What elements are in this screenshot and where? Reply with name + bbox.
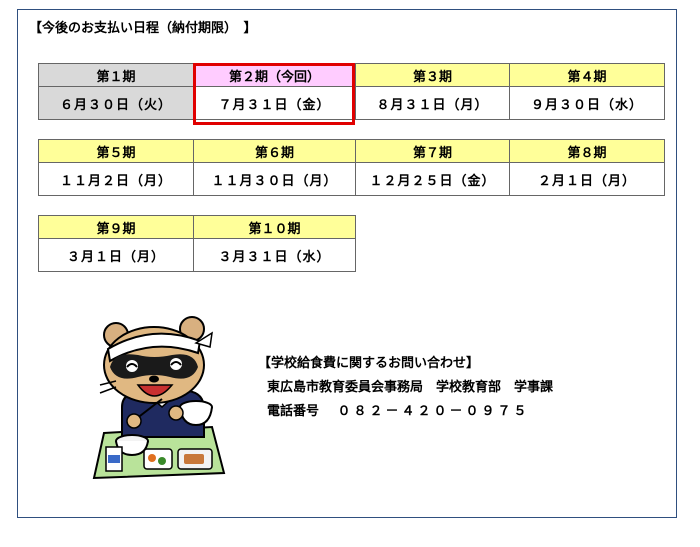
- phone-label: 電話番号: [267, 404, 320, 419]
- period-5-date: １１月２日（月）: [38, 162, 194, 196]
- phone-number: ０８２－４２０－０９７５: [337, 404, 530, 419]
- period-header-row: 第９期 第１０期: [38, 215, 356, 239]
- contact-info: 【学校給食費に関するお問い合わせ】 東広島市教育委員会事務局 学校教育部 学事課…: [258, 352, 553, 424]
- contact-phone-line: 電話番号 ０８２－４２０－０９７５: [258, 400, 553, 424]
- schedule-table-3: 第９期 第１０期 ３月１日（月） ３月３１日（水）: [38, 215, 356, 272]
- period-1-header: 第１期: [38, 63, 194, 87]
- period-1-date: ６月３０日（火）: [38, 86, 194, 120]
- period-5-header: 第５期: [38, 139, 194, 163]
- period-header-row: 第５期 第６期 第７期 第８期: [38, 139, 665, 163]
- period-7-date: １２月２５日（金）: [355, 162, 510, 196]
- due-date-row: １１月２日（月） １１月３０日（月） １２月２５日（金） ２月１日（月）: [38, 162, 665, 196]
- period-8-date: ２月１日（月）: [509, 162, 665, 196]
- schedule-title: 【今後のお支払い日程（納付期限） 】: [29, 21, 257, 36]
- due-date-row: ３月１日（月） ３月３１日（水）: [38, 238, 356, 272]
- period-3-date: ８月３１日（月）: [355, 86, 510, 120]
- contact-heading: 【学校給食費に関するお問い合わせ】: [258, 356, 480, 371]
- period-7-header: 第７期: [355, 139, 510, 163]
- period-6-date: １１月３０日（月）: [193, 162, 356, 196]
- period-10-header: 第１０期: [193, 215, 356, 239]
- tanuki-mascot-icon: [92, 316, 226, 480]
- period-4-date: ９月３０日（水）: [509, 86, 665, 120]
- period-10-date: ３月３１日（水）: [193, 238, 356, 272]
- schedule-table-2: 第５期 第６期 第７期 第８期 １１月２日（月） １１月３０日（月） １２月２５…: [38, 139, 665, 196]
- period-8-header: 第８期: [509, 139, 665, 163]
- period-4-header: 第４期: [509, 63, 665, 87]
- period-9-date: ３月１日（月）: [38, 238, 194, 272]
- current-period-highlight: [193, 63, 355, 125]
- period-3-header: 第３期: [355, 63, 510, 87]
- contact-office: 東広島市教育委員会事務局 学校教育部 学事課: [267, 380, 554, 395]
- period-6-header: 第６期: [193, 139, 356, 163]
- period-9-header: 第９期: [38, 215, 194, 239]
